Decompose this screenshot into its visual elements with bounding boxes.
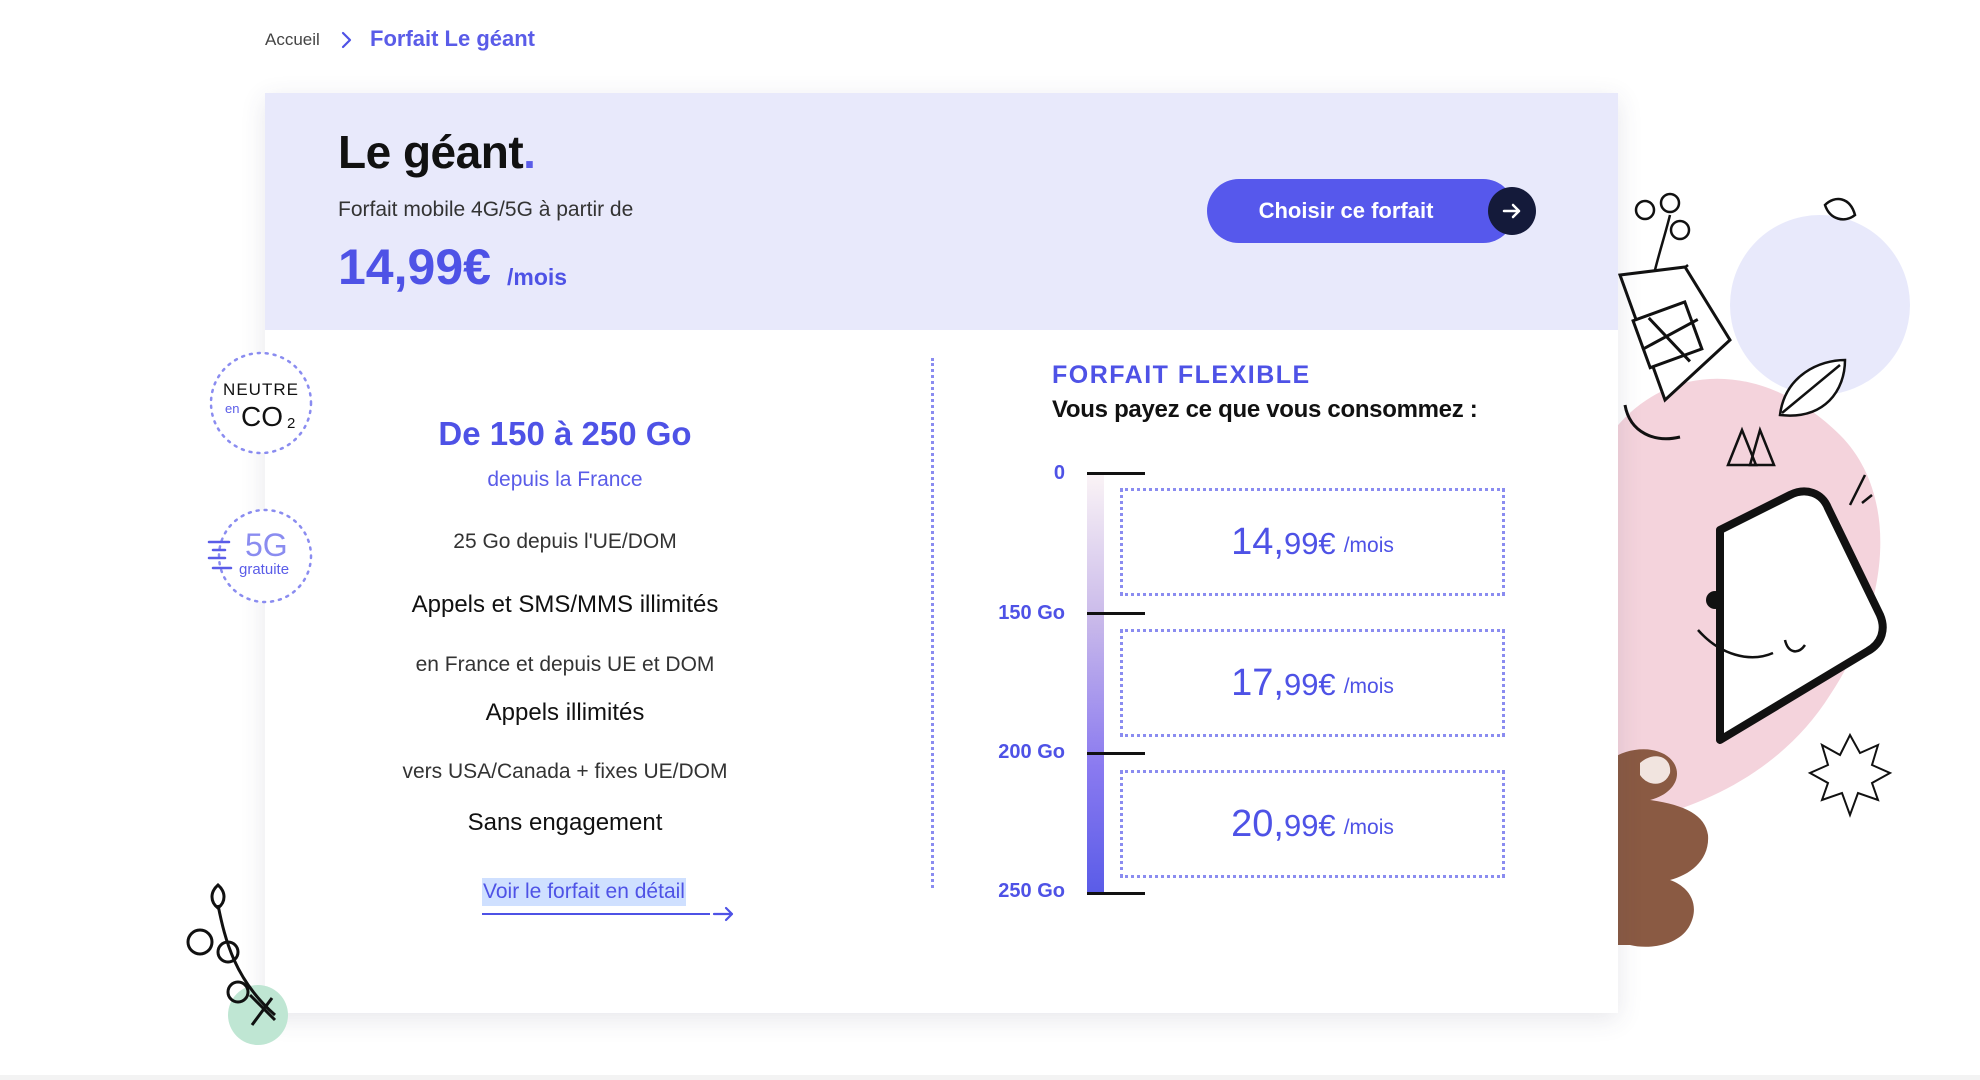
tier-price: 17,99€ (1231, 661, 1336, 704)
gauge-label-250: 250 Go (998, 880, 1065, 902)
flexible-title: FORFAIT FLEXIBLE (1052, 361, 1311, 389)
plan-card: Le géant. Forfait mobile 4G/5G à partir … (265, 93, 1618, 1013)
svg-text:5G: 5G (245, 527, 288, 563)
choose-plan-button[interactable]: Choisir ce forfait (1207, 179, 1515, 243)
calls-sub: en France et depuis UE et DOM (415, 653, 715, 676)
gauge-tick (1087, 612, 1145, 615)
breadcrumb-current: Forfait Le géant (370, 26, 536, 51)
plan-price: 14,99€ (338, 239, 491, 295)
svg-text:NEUTRE: NEUTRE (223, 380, 299, 399)
tier-price: 14,99€ (1231, 520, 1336, 563)
chevron-right-icon (341, 31, 352, 49)
gauge-label-150: 150 Go (998, 602, 1065, 624)
commitment-text: Sans engagement (467, 809, 663, 836)
data-range: De 150 à 250 Go (438, 415, 692, 452)
gauge-tick (1087, 752, 1145, 755)
svg-text:gratuite: gratuite (239, 561, 289, 578)
free-5g-badge: 5G gratuite (207, 508, 313, 604)
intl-calls-title: Appels illimités (485, 699, 645, 726)
calls-title: Appels et SMS/MMS illimités (411, 591, 719, 618)
plant-illustration (186, 883, 288, 1045)
page-footer-divider (0, 1075, 1980, 1080)
plan-price-unit: /mois (507, 264, 568, 290)
arrow-right-icon[interactable] (712, 904, 736, 924)
svg-text:en: en (225, 401, 239, 416)
co2-neutral-badge: NEUTRE en CO 2 (209, 351, 313, 455)
price-tier: 17,99€ /mois (1120, 629, 1505, 737)
flexible-subtitle: Vous payez ce que vous consommez : (1052, 396, 1478, 423)
gauge-tick (1087, 472, 1145, 475)
price-tier: 14,99€ /mois (1120, 488, 1505, 596)
plan-detail-link[interactable]: Voir le forfait en détail (482, 878, 686, 906)
consumption-gauge (1087, 473, 1104, 893)
tier-price: 20,99€ (1231, 802, 1336, 845)
svg-text:2: 2 (287, 415, 295, 432)
column-divider (931, 358, 934, 888)
intl-calls-sub: vers USA/Canada + fixes UE/DOM (402, 760, 728, 783)
plan-title: Le géant. (338, 126, 536, 178)
data-range-sub: depuis la France (487, 468, 643, 491)
price-tier: 20,99€ /mois (1120, 770, 1505, 878)
svg-text:CO: CO (241, 401, 283, 432)
gauge-tick (1087, 892, 1145, 895)
arrow-right-icon[interactable] (1488, 187, 1536, 235)
plan-header: Le géant. Forfait mobile 4G/5G à partir … (265, 93, 1618, 330)
tier-price-unit: /mois (1343, 816, 1394, 839)
breadcrumb-home-link[interactable]: Accueil (265, 30, 320, 50)
tier-price-unit: /mois (1343, 534, 1394, 557)
phone-illustration (1610, 192, 1910, 947)
eu-data-text: 25 Go depuis l'UE/DOM (453, 530, 677, 553)
tier-price-unit: /mois (1343, 675, 1394, 698)
plan-subtitle: Forfait mobile 4G/5G à partir de (338, 198, 634, 221)
gauge-label-200: 200 Go (998, 741, 1065, 763)
gauge-label-0: 0 (1053, 462, 1065, 484)
link-underline (482, 913, 710, 915)
